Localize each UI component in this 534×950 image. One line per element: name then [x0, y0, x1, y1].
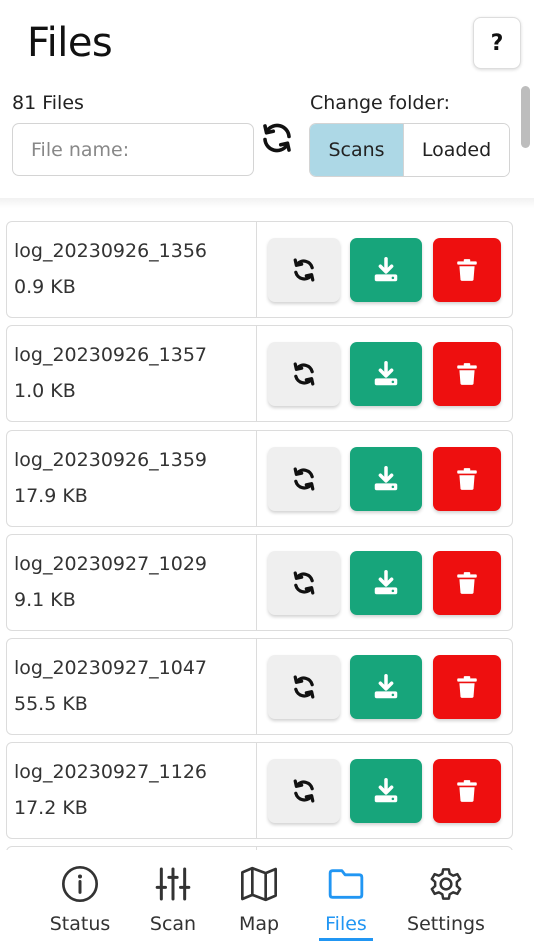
file-name-search-input[interactable] [12, 123, 254, 176]
refresh-icon[interactable] [259, 120, 295, 156]
file-name: log_20230926_1356 [14, 240, 208, 262]
file-row: log_20230927_1047 55.5 KB [6, 638, 513, 735]
nav-status[interactable]: Status [35, 850, 125, 950]
file-name: log_20230927_1047 [14, 657, 208, 679]
delete-button[interactable] [433, 342, 501, 406]
download-icon [374, 466, 398, 491]
nav-active-indicator [319, 938, 373, 941]
bottom-nav: Status Scan Map Files Settings [0, 850, 534, 950]
reload-file-button[interactable] [268, 342, 340, 406]
change-folder-label: Change folder: [310, 92, 451, 114]
file-name: log_20230927_1029 [14, 553, 208, 575]
download-button[interactable] [350, 342, 422, 406]
download-icon [374, 257, 398, 282]
trash-icon [457, 676, 477, 698]
header: Files ? 81 Files Change folder: Scans Lo… [0, 0, 534, 200]
file-row: log_20230926_1359 17.9 KB [6, 430, 513, 527]
page-title: Files [27, 20, 113, 66]
delete-button[interactable] [433, 655, 501, 719]
file-info: log_20230926_1357 1.0 KB [7, 326, 257, 421]
gear-icon [430, 868, 462, 900]
nav-settings[interactable]: Settings [401, 850, 491, 950]
nav-files[interactable]: Files [301, 850, 391, 950]
reload-file-button[interactable] [268, 447, 340, 511]
folder-loaded-button[interactable]: Loaded [403, 124, 509, 176]
file-name: log_20230927_1126 [14, 761, 208, 783]
nav-scan[interactable]: Scan [128, 850, 218, 950]
file-row: log_20230927_1029 9.1 KB [6, 534, 513, 631]
folder-toggle: Scans Loaded [309, 123, 510, 177]
file-size: 1.0 KB [14, 380, 76, 402]
nav-map-label: Map [238, 913, 280, 935]
nav-status-label: Status [49, 913, 111, 935]
folder-scans-button[interactable]: Scans [310, 124, 403, 176]
file-name: log_20230926_1359 [14, 449, 208, 471]
file-row: log_20230927_1126 17.2 KB [6, 742, 513, 839]
file-name: log_20230926_1357 [14, 344, 208, 366]
sync-icon [293, 467, 315, 491]
file-row: log_20230926_1357 1.0 KB [6, 325, 513, 422]
download-icon [374, 361, 398, 386]
reload-file-button[interactable] [268, 238, 340, 302]
sliders-icon [155, 867, 191, 901]
nav-map[interactable]: Map [214, 850, 304, 950]
delete-button[interactable] [433, 759, 501, 823]
download-button[interactable] [350, 759, 422, 823]
scrollbar-thumb[interactable] [521, 86, 530, 148]
sync-icon [293, 258, 315, 282]
file-row: log_20230926_1356 0.9 KB [6, 221, 513, 318]
folder-icon [328, 869, 364, 899]
trash-icon [457, 572, 477, 594]
trash-icon [457, 363, 477, 385]
delete-button[interactable] [433, 551, 501, 615]
sync-icon [293, 571, 315, 595]
reload-file-button[interactable] [268, 551, 340, 615]
download-button[interactable] [350, 238, 422, 302]
download-icon [374, 674, 398, 699]
sync-icon [293, 675, 315, 699]
trash-icon [457, 780, 477, 802]
download-icon [374, 778, 398, 803]
trash-icon [457, 468, 477, 490]
file-count: 81 Files [12, 92, 84, 114]
file-info: log_20230927_1029 9.1 KB [7, 535, 257, 630]
file-size: 9.1 KB [14, 589, 76, 611]
delete-button[interactable] [433, 238, 501, 302]
download-button[interactable] [350, 447, 422, 511]
help-button[interactable]: ? [473, 17, 521, 69]
header-divider [0, 198, 534, 208]
file-size: 55.5 KB [14, 693, 88, 715]
file-list: log_20230926_1356 0.9 KB log_20230926_13… [0, 220, 534, 850]
nav-settings-label: Settings [407, 913, 485, 935]
file-info: log_20230927_1047 55.5 KB [7, 639, 257, 734]
map-icon [241, 866, 277, 902]
reload-file-button[interactable] [268, 759, 340, 823]
file-size: 17.9 KB [14, 485, 88, 507]
reload-file-button[interactable] [268, 655, 340, 719]
trash-icon [457, 259, 477, 281]
file-size: 17.2 KB [14, 797, 88, 819]
download-button[interactable] [350, 655, 422, 719]
nav-scan-label: Scan [149, 913, 197, 935]
sync-icon [293, 779, 315, 803]
info-icon [62, 866, 98, 902]
delete-button[interactable] [433, 447, 501, 511]
file-info: log_20230926_1359 17.9 KB [7, 431, 257, 526]
file-size: 0.9 KB [14, 276, 76, 298]
file-info: log_20230927_1126 17.2 KB [7, 743, 257, 838]
nav-files-label: Files [325, 913, 367, 935]
sync-icon [293, 362, 315, 386]
file-info: log_20230926_1356 0.9 KB [7, 222, 257, 317]
download-icon [374, 570, 398, 595]
download-button[interactable] [350, 551, 422, 615]
